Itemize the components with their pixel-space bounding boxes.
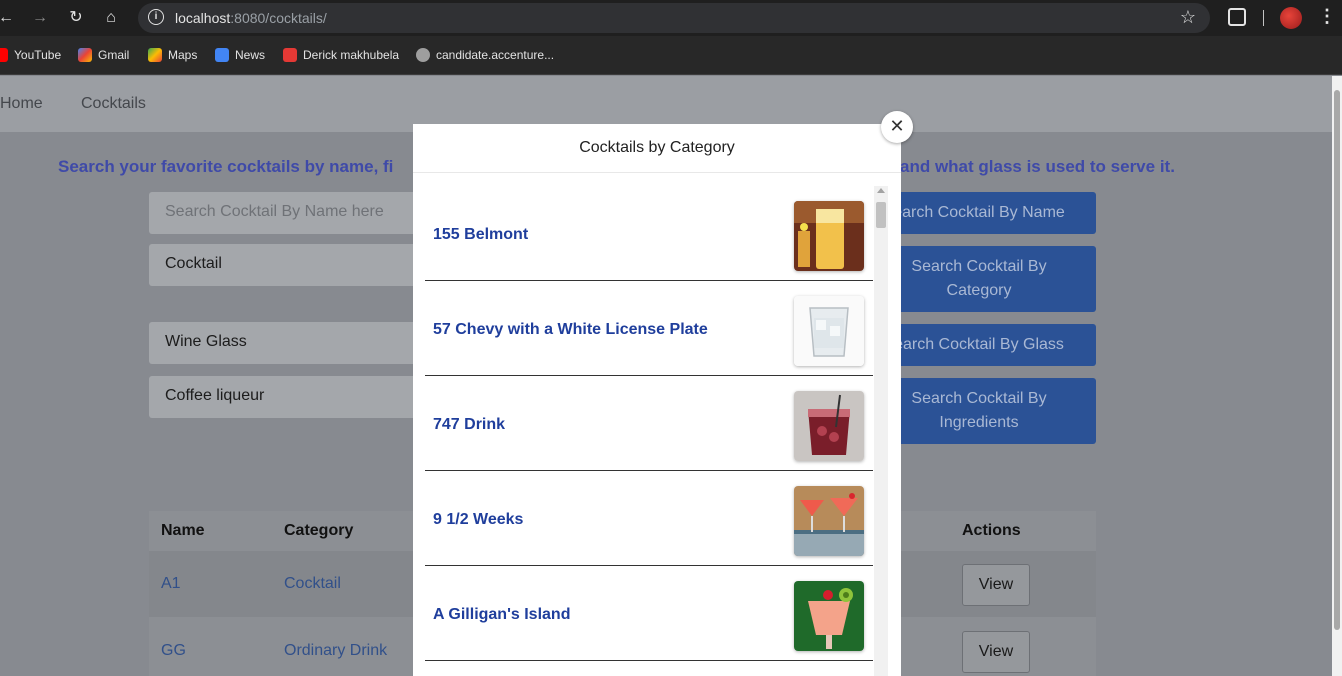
bookmark-news[interactable]: News [215,48,265,62]
maps-icon [148,48,162,62]
globe-icon [416,48,430,62]
page-scrollbar[interactable] [1332,76,1342,676]
category-modal: Cocktails by Category 155 Belmont 57 Che… [413,124,901,676]
bookmark-label: candidate.accenture... [436,48,555,62]
profile-avatar[interactable] [1280,7,1302,29]
list-item[interactable]: A Gilligan's Island [425,566,873,661]
modal-scrollbar[interactable] [874,186,888,676]
glass-select[interactable]: Wine Glass [149,322,429,364]
page-headline-continued: and what glass is used to serve it. [900,157,1175,176]
modal-scroll-thumb[interactable] [876,202,886,228]
table-header-category: Category [284,522,354,539]
bookmark-label: YouTube [14,48,62,62]
url-host: localhost [175,10,231,26]
cocktail-thumbnail[interactable] [794,201,864,271]
cocktail-list: 155 Belmont 57 Chevy with a White Licens… [425,186,873,676]
view-button[interactable]: View [962,564,1030,606]
menu-dots-icon[interactable]: ⋮ [1318,6,1336,27]
modal-divider [413,172,901,173]
bookmark-maps[interactable]: Maps [148,48,197,62]
home-icon[interactable]: ⌂ [101,8,121,28]
bookmark-youtube[interactable]: YouTube [0,48,61,62]
cocktail-name-link[interactable]: 747 Drink [433,416,505,434]
toolbar-divider [1263,10,1264,26]
url-path: :8080/cocktails/ [230,10,327,26]
bookmark-label: Maps [168,48,198,62]
list-item[interactable]: 9 1/2 Weeks [425,471,873,566]
page-headline: Search your favorite cocktails by name, … [58,157,394,176]
nav-cocktails-link[interactable]: Cocktails [81,95,146,113]
cocktail-name-link[interactable]: 9 1/2 Weeks [433,511,523,529]
browser-toolbar: ← → ↻ ⌂ i localhost:8080/cocktails/ ☆ ⋮ [0,0,1342,36]
modal-title: Cocktails by Category [579,139,735,156]
row-name-link[interactable]: A1 [161,575,181,593]
news-icon [215,48,229,62]
list-item[interactable]: 155 Belmont [425,186,873,281]
scroll-up-arrow-icon[interactable] [877,188,885,193]
list-item[interactable]: 57 Chevy with a White License Plate [425,281,873,376]
bookmarks-bar: YouTube Gmail Maps News Derick makhubela… [0,36,1342,75]
bookmark-label: News [235,48,266,62]
search-name-input[interactable]: Search Cocktail By Name here [149,192,429,234]
bookmark-accenture[interactable]: candidate.accenture... [416,48,554,62]
nav-home-link[interactable]: Home [0,95,43,113]
cocktail-thumbnail[interactable] [794,581,864,651]
cocktail-thumbnail[interactable] [794,391,864,461]
extensions-icon[interactable] [1228,8,1246,26]
view-button[interactable]: View [962,631,1030,673]
bookmark-label: Derick makhubela [303,48,400,62]
reload-icon[interactable]: ↻ [66,8,86,28]
bookmark-derick[interactable]: Derick makhubela [283,48,399,62]
url-text[interactable]: localhost:8080/cocktails/ [175,10,327,26]
address-bar[interactable]: i localhost:8080/cocktails/ ☆ [138,3,1210,33]
site-info-icon[interactable]: i [148,9,164,25]
forward-icon[interactable]: → [30,8,50,28]
back-icon[interactable]: ← [0,8,16,28]
bookmark-star-icon[interactable]: ☆ [1180,7,1196,28]
row-category-link[interactable]: Cocktail [284,575,341,593]
cocktail-thumbnail[interactable] [794,486,864,556]
bookmark-gmail[interactable]: Gmail [78,48,129,62]
row-name-link[interactable]: GG [161,642,186,660]
row-category-link[interactable]: Ordinary Drink [284,642,387,660]
youtube-icon [0,48,8,62]
ingredient-select[interactable]: Coffee liqueur [149,376,429,418]
table-header-name: Name [161,522,205,539]
modal-close-button[interactable]: ✕ [881,111,913,143]
cocktail-thumbnail[interactable] [794,296,864,366]
profile-bookmark-icon [283,48,297,62]
cocktail-name-link[interactable]: A Gilligan's Island [433,606,570,624]
cocktail-name-link[interactable]: 57 Chevy with a White License Plate [433,321,708,339]
gmail-icon [78,48,92,62]
bookmark-label: Gmail [98,48,130,62]
table-header-actions: Actions [962,522,1021,539]
category-select[interactable]: Cocktail [149,244,429,286]
list-item[interactable]: 747 Drink [425,376,873,471]
page-scroll-thumb[interactable] [1334,90,1340,630]
cocktail-name-link[interactable]: 155 Belmont [433,226,528,244]
